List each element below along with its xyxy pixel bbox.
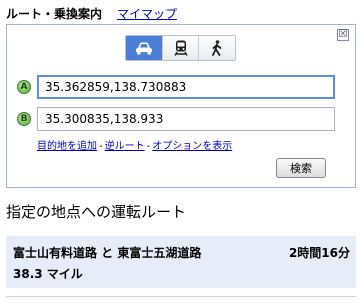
route-duration: 2時間16分	[288, 246, 350, 260]
divider	[6, 296, 356, 297]
travel-mode-selector	[125, 35, 236, 61]
link-separator: -	[99, 141, 103, 152]
close-icon[interactable]: ☒	[337, 29, 349, 41]
walking-mode-button[interactable]	[199, 36, 235, 60]
results-heading: 指定の地点への運転ルート	[6, 203, 187, 221]
destination-input[interactable]	[37, 107, 335, 131]
tab-my-maps[interactable]: マイマップ	[117, 5, 177, 22]
car-icon	[135, 42, 152, 55]
walking-icon	[212, 40, 222, 56]
route-summary[interactable]: 富士山有料道路 と 東富士五湖道路 2時間16分 38.3 マイル	[6, 236, 356, 288]
route-options-links: 目的地を追加 - 逆ルート - オプションを表示	[37, 137, 232, 152]
reverse-route-link[interactable]: 逆ルート	[105, 141, 145, 152]
train-icon	[173, 40, 188, 56]
add-destination-link[interactable]: 目的地を追加	[37, 141, 97, 152]
tab-directions[interactable]: ルート・乗換案内	[6, 5, 102, 22]
start-location-input[interactable]	[37, 75, 335, 99]
show-options-link[interactable]: オプションを表示	[152, 141, 232, 152]
top-tabs: ルート・乗換案内 マイマップ	[0, 0, 363, 24]
waypoint-a-marker: A	[17, 80, 31, 94]
search-button[interactable]: 検索	[276, 158, 326, 178]
waypoint-b-marker: B	[17, 112, 31, 126]
route-distance: 38.3 マイル	[13, 267, 83, 281]
driving-mode-button[interactable]	[126, 36, 163, 60]
transit-mode-button[interactable]	[162, 36, 200, 60]
directions-panel: ☒ A B	[6, 24, 356, 188]
route-name: 富士山有料道路 と 東富士五湖道路	[13, 246, 202, 260]
